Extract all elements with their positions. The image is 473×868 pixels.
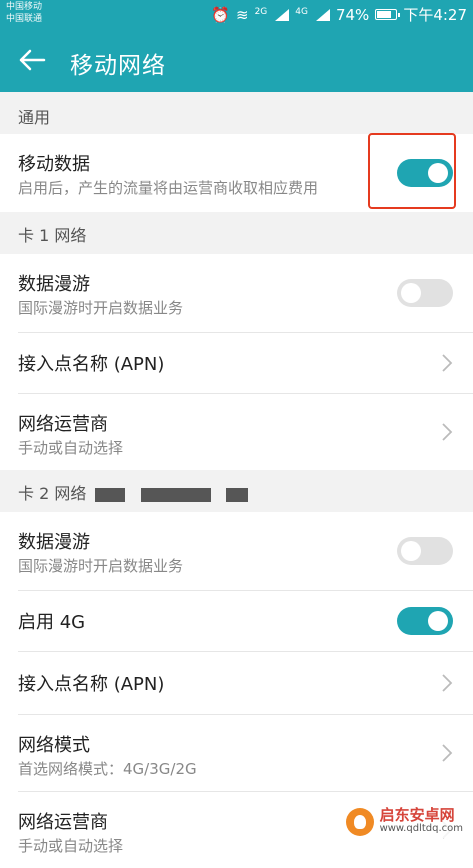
- sim1-operator-row[interactable]: 网络运营商 手动或自动选择: [0, 394, 473, 470]
- redacted-mark: [95, 487, 126, 502]
- sim1-roaming-toggle[interactable]: [397, 279, 453, 307]
- title-bar: 移动网络: [0, 28, 473, 92]
- watermark: 启东安卓网 www.qdltdq.com: [341, 806, 467, 838]
- wifi-icon: ≋: [235, 5, 249, 24]
- redacted-mark: [225, 487, 248, 502]
- sim2-lte-toggle[interactable]: [397, 607, 453, 635]
- toggle-knob: [428, 611, 448, 631]
- sim2-mode-label: 网络模式: [18, 735, 90, 756]
- sim1-operator-description: 手动或自动选择: [18, 439, 124, 457]
- back-arrow-icon[interactable]: [18, 48, 46, 72]
- sim1-roaming-description: 国际漫游时开启数据业务: [18, 299, 184, 317]
- toggle-knob: [401, 541, 421, 561]
- sim1-roaming-label: 数据漫游: [18, 274, 90, 295]
- watermark-logo-icon: [345, 808, 374, 836]
- status-bar: 中国移动 中国联通 ⏰ ≋ 2G 4G 74% 下午4:27: [0, 0, 473, 28]
- sim2-lte-label: 启用 4G: [18, 612, 86, 633]
- sim2-roaming-row[interactable]: 数据漫游 国际漫游时开启数据业务: [0, 512, 473, 590]
- watermark-name: 启东安卓网: [379, 806, 455, 824]
- status-icons: ⏰ ≋ 2G 4G 74% 下午4:27: [211, 4, 467, 25]
- section-header-sim2: 卡 2 网络: [0, 470, 473, 512]
- sim2-title: 卡 2 网络: [18, 484, 87, 503]
- carrier-info: 中国移动 中国联通: [6, 1, 42, 25]
- mobile-data-description: 启用后，产生的流量将由运营商收取相应费用: [18, 179, 319, 197]
- redacted-mark: [140, 487, 211, 502]
- signal-2-icon: [314, 8, 330, 21]
- toggle-knob: [401, 283, 421, 303]
- sim1-apn-row[interactable]: 接入点名称 (APN): [0, 333, 473, 393]
- battery-percent: 74%: [335, 5, 370, 24]
- page-title: 移动网络: [70, 53, 166, 79]
- watermark-url: www.qdltdq.com: [379, 823, 463, 834]
- sim2-roaming-toggle[interactable]: [397, 537, 453, 565]
- alarm-icon: ⏰: [211, 5, 230, 24]
- signal-1-icon: [273, 8, 290, 21]
- network-type-1: 2G: [254, 6, 268, 17]
- highlight-annotation: [368, 133, 456, 209]
- sim2-lte-row[interactable]: 启用 4G: [0, 591, 473, 651]
- sim2-roaming-label: 数据漫游: [18, 532, 90, 553]
- sim1-apn-label: 接入点名称 (APN): [18, 354, 165, 375]
- watermark-text: 启东安卓网 www.qdltdq.com: [380, 808, 463, 836]
- battery-icon: [375, 9, 401, 20]
- sim1-roaming-row[interactable]: 数据漫游 国际漫游时开启数据业务: [0, 254, 473, 332]
- chevron-right-icon: [442, 674, 453, 692]
- network-type-2: 4G: [295, 6, 308, 17]
- sim1-operator-label: 网络运营商: [18, 414, 108, 435]
- sim2-roaming-description: 国际漫游时开启数据业务: [18, 557, 184, 575]
- chevron-right-icon: [442, 423, 453, 441]
- clock: 下午4:27: [403, 6, 467, 24]
- chevron-right-icon: [442, 354, 453, 372]
- sim2-apn-row[interactable]: 接入点名称 (APN): [0, 652, 473, 714]
- chevron-right-icon: [442, 744, 453, 762]
- sim2-operator-label: 网络运营商: [18, 812, 108, 833]
- section-header-general: 通用: [18, 108, 51, 127]
- sim2-mode-row[interactable]: 网络模式 首选网络模式：4G/3G/2G: [0, 715, 473, 791]
- sim2-mode-description: 首选网络模式：4G/3G/2G: [18, 760, 197, 778]
- sim2-operator-description: 手动或自动选择: [18, 837, 124, 855]
- carrier-2: 中国联通: [6, 14, 43, 24]
- section-header-sim1: 卡 1 网络: [18, 226, 87, 245]
- sim2-apn-label: 接入点名称 (APN): [18, 674, 165, 695]
- mobile-data-label: 移动数据: [18, 154, 90, 175]
- carrier-1: 中国移动: [6, 2, 43, 12]
